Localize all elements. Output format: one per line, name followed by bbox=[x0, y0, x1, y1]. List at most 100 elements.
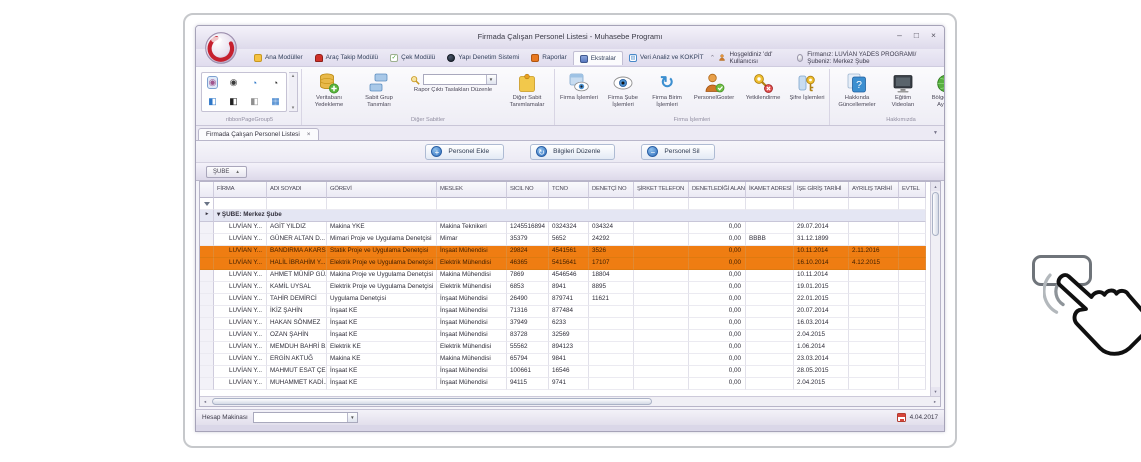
skin-option-icon[interactable]: ◉ bbox=[230, 77, 238, 88]
table-cell: LUVİAN Y... bbox=[214, 342, 267, 354]
table-row[interactable]: LUVİAN Y...MAHMUT ESAT ÇE...İnşaat KEİnş… bbox=[200, 366, 926, 378]
bilgileri-duzenle-button[interactable]: ↻ Bilgileri Düzenle bbox=[530, 144, 615, 160]
vscroll-thumb[interactable] bbox=[932, 192, 939, 236]
skin-option-icon[interactable]: ◉ bbox=[208, 77, 218, 88]
groupby-sube-chip[interactable]: ŞUBE ▲ bbox=[206, 166, 247, 178]
firma-birim-islemleri-button[interactable]: ↻ Firma Birim İşlemleri bbox=[646, 70, 688, 108]
group-row[interactable]: ▸▾ ŞUBE: Merkez Şube bbox=[200, 210, 926, 222]
tab-overflow-icon[interactable]: ▼ bbox=[933, 130, 938, 136]
bolgesel-dil-button[interactable]: ABC Bölgesel Dil Ayarları bbox=[925, 70, 945, 108]
sabit-grup-button[interactable]: Sabit Grup Tanımları bbox=[355, 70, 403, 108]
egitim-videolari-button[interactable]: Eğitim Videoları bbox=[883, 70, 923, 108]
column-header[interactable]: ŞİRKET TELEFON bbox=[634, 182, 689, 198]
collapse-chevron-icon[interactable]: ⌃ bbox=[710, 54, 716, 62]
column-header[interactable]: İŞE GİRİŞ TARİHİ bbox=[794, 182, 849, 198]
group-header-cell[interactable]: ▾ ŞUBE: Merkez Şube bbox=[214, 210, 926, 222]
minus-circle-icon: − bbox=[647, 146, 658, 157]
horizontal-scrollbar[interactable]: ◂ ▸ bbox=[200, 396, 940, 406]
filter-cell[interactable] bbox=[589, 198, 634, 210]
column-header[interactable]: EVTEL bbox=[899, 182, 926, 198]
scroll-left-icon[interactable]: ◂ bbox=[200, 399, 210, 405]
firma-sube-islemleri-button[interactable]: Firma Şube İşlemleri bbox=[602, 70, 644, 108]
menu-ekstralar[interactable]: Ekstralar bbox=[573, 51, 623, 65]
table-row[interactable]: LUVİAN Y...AHMET MÜNİP GÜ...Makina Proje… bbox=[200, 270, 926, 282]
filter-cell[interactable] bbox=[507, 198, 549, 210]
column-header[interactable]: AYRILIŞ TARİHİ bbox=[849, 182, 899, 198]
filter-cell[interactable] bbox=[437, 198, 507, 210]
firma-islemleri-button[interactable]: Firma İşlemleri bbox=[558, 70, 600, 102]
skin-option-icon[interactable]: ◧ bbox=[229, 96, 238, 107]
personel-goster-button[interactable]: PersonelGoster bbox=[690, 70, 738, 102]
filter-cell[interactable] bbox=[849, 198, 899, 210]
hscroll-thumb[interactable] bbox=[212, 398, 652, 405]
menu-raporlar[interactable]: Raporlar bbox=[525, 52, 573, 64]
scroll-down-icon[interactable]: ▾ bbox=[931, 387, 940, 396]
filter-cell[interactable] bbox=[549, 198, 589, 210]
combo-arrow-icon[interactable]: ▼ bbox=[486, 75, 496, 84]
vertical-scrollbar[interactable]: ▴ ▾ bbox=[930, 182, 940, 396]
filter-cell[interactable] bbox=[746, 198, 794, 210]
sifre-islemleri-button[interactable]: Şifre İşlemleri bbox=[788, 70, 826, 102]
skin-option-icon[interactable]: ◧ bbox=[208, 96, 217, 107]
column-header[interactable]: FİRMA bbox=[214, 182, 267, 198]
skin-option-icon[interactable]: ◔ bbox=[273, 78, 278, 88]
table-row[interactable]: LUVİAN Y...HAKAN SÖNMEZİnşaat KEİnşaat M… bbox=[200, 318, 926, 330]
menu-arac-takip[interactable]: Araç Takip Modülü bbox=[309, 52, 384, 64]
gallery-up-icon[interactable]: ▴ bbox=[292, 73, 295, 79]
table-row[interactable]: LUVİAN Y...ERGİN AKTUĞMakina KEMakina Mü… bbox=[200, 354, 926, 366]
filter-cell[interactable] bbox=[899, 198, 926, 210]
column-header[interactable]: MESLEK bbox=[437, 182, 507, 198]
menu-cek-modulu[interactable]: ✓ Çek Modülü bbox=[384, 52, 441, 64]
personel-ekle-button[interactable]: + Personel Ekle bbox=[425, 144, 504, 160]
column-header[interactable]: DENETÇİ NO bbox=[589, 182, 634, 198]
filter-cell[interactable] bbox=[634, 198, 689, 210]
skin-option-icon[interactable]: ◧ bbox=[250, 96, 259, 107]
gallery-down-icon[interactable]: ▾ bbox=[292, 105, 295, 111]
skin-gallery[interactable]: ◉ ◉ ◔ ◔ ◧ ◧ ◧ ▦ bbox=[201, 72, 287, 112]
menu-ana-moduller[interactable]: Ana Modüller bbox=[248, 52, 309, 64]
table-row[interactable]: LUVİAN Y...BANDIRMA AKARSUStatik Proje v… bbox=[200, 246, 926, 258]
diger-sabit-tanimlamalar-button[interactable]: Diğer Sabit Tanımlamalar bbox=[503, 70, 551, 108]
personel-sil-button[interactable]: − Personel Sil bbox=[641, 144, 714, 160]
yetkilendirme-button[interactable]: Yetkilendirme bbox=[740, 70, 786, 102]
skin-option-icon[interactable]: ◔ bbox=[252, 78, 257, 88]
filter-cell[interactable] bbox=[327, 198, 437, 210]
column-header[interactable]: ADI SOYADI bbox=[267, 182, 327, 198]
tab-personel-listesi[interactable]: Firmada Çalışan Personel Listesi × bbox=[198, 128, 319, 140]
gallery-scroll[interactable]: ▴ ▾ bbox=[289, 72, 298, 112]
hesap-makinasi-combobox[interactable]: ▼ bbox=[253, 412, 358, 423]
menu-veri-analiz[interactable]: ▥ Veri Analiz ve KOKPİT bbox=[623, 52, 710, 64]
scroll-up-icon[interactable]: ▴ bbox=[931, 182, 940, 191]
filter-funnel-icon bbox=[204, 202, 210, 206]
minimize-icon[interactable]: – bbox=[897, 30, 902, 40]
combo-arrow-icon[interactable]: ▼ bbox=[347, 413, 357, 422]
table-row[interactable]: LUVİAN Y...AGİT YILDIZMakina YKEMakina T… bbox=[200, 222, 926, 234]
filter-cell[interactable] bbox=[267, 198, 327, 210]
table-row[interactable]: LUVİAN Y...HALİL İBRAHİM Y...Elektrik Pr… bbox=[200, 258, 926, 270]
column-header[interactable]: İKAMET ADRESİ bbox=[746, 182, 794, 198]
filter-cell[interactable] bbox=[794, 198, 849, 210]
veritabani-yedekleme-button[interactable]: Veritabanı Yedekleme bbox=[305, 70, 353, 108]
column-header[interactable]: DENETLEDİĞİ ALAN bbox=[689, 182, 746, 198]
table-row[interactable]: LUVİAN Y...MEMDUH BAHRİ B...Elektrik KEE… bbox=[200, 342, 926, 354]
table-row[interactable]: LUVİAN Y...TAHİR DEMİRCİUygulama Denetçi… bbox=[200, 294, 926, 306]
maximize-icon[interactable]: □ bbox=[914, 30, 919, 40]
tab-close-icon[interactable]: × bbox=[307, 131, 311, 138]
rapor-taslak-combobox[interactable]: ▼ bbox=[423, 74, 497, 85]
table-row[interactable]: LUVİAN Y...İKİZ ŞAHİNİnşaat KEİnşaat Müh… bbox=[200, 306, 926, 318]
column-header[interactable]: SICIL NO bbox=[507, 182, 549, 198]
filter-cell[interactable] bbox=[689, 198, 746, 210]
table-row[interactable]: LUVİAN Y...KAMİL UYSALElektrik Proje ve … bbox=[200, 282, 926, 294]
table-row[interactable]: LUVİAN Y...MUHAMMET KADİ...İnşaat KEİnşa… bbox=[200, 378, 926, 390]
table-row[interactable]: LUVİAN Y...OZAN ŞAHİNİnşaat KEİnşaat Müh… bbox=[200, 330, 926, 342]
column-header[interactable]: GÖREVİ bbox=[327, 182, 437, 198]
scroll-right-icon[interactable]: ▸ bbox=[930, 399, 940, 405]
close-icon[interactable]: × bbox=[931, 30, 936, 40]
filter-cell[interactable] bbox=[214, 198, 267, 210]
hakkinda-guncellemeler-button[interactable]: ? Hakkında Güncellemeler bbox=[833, 70, 881, 108]
grid-filter-row[interactable] bbox=[200, 198, 926, 210]
column-header[interactable]: TCNO bbox=[549, 182, 589, 198]
menu-yapi-denetim[interactable]: Yapı Denetim Sistemi bbox=[441, 52, 525, 64]
table-row[interactable]: LUVİAN Y...GÜNER ALTAN D...Mimari Proje … bbox=[200, 234, 926, 246]
skin-option-icon[interactable]: ▦ bbox=[271, 96, 280, 107]
